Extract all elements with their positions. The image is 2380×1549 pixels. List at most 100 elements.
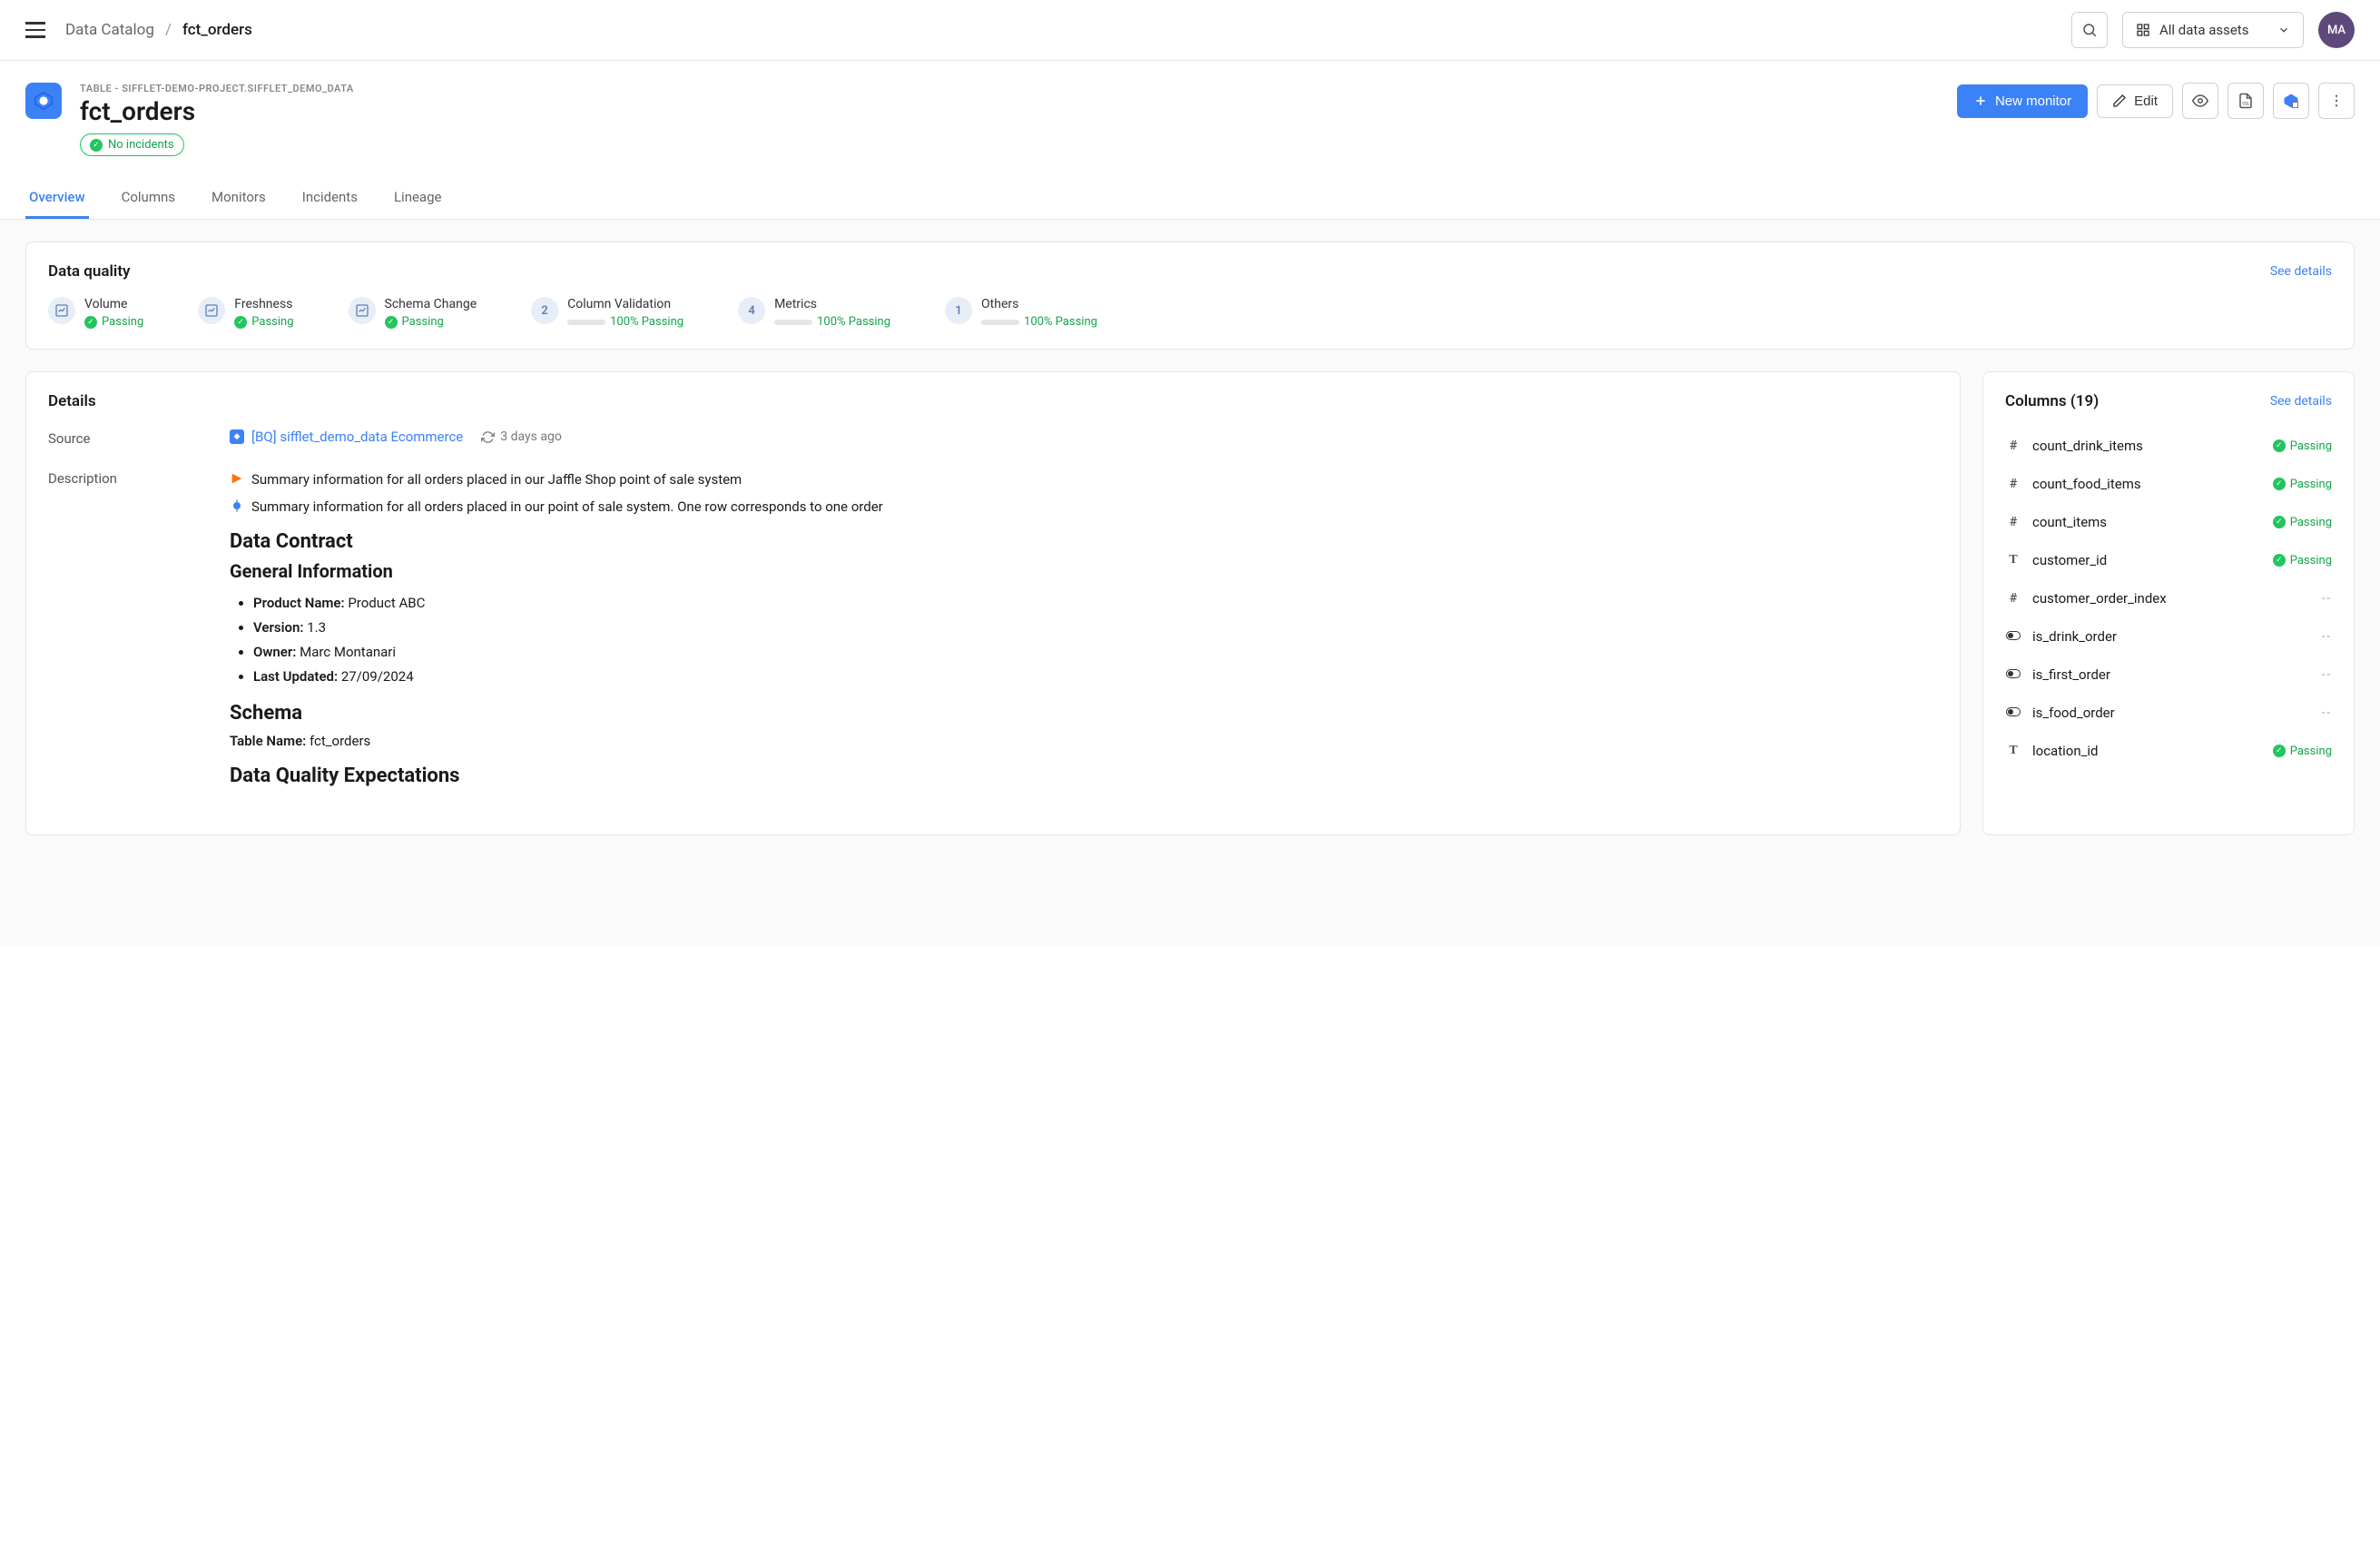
dq-status-label: 100% Passing bbox=[817, 315, 890, 329]
incident-status-badge: ✓ No incidents bbox=[80, 133, 184, 156]
description-label: Description bbox=[48, 469, 211, 793]
visibility-button[interactable] bbox=[2182, 83, 2218, 119]
dq-item[interactable]: 1Others100% Passing bbox=[945, 297, 1097, 329]
bigquery-icon bbox=[34, 91, 54, 111]
dq-item[interactable]: Freshness✓Passing bbox=[198, 297, 293, 329]
edit-label: Edit bbox=[2134, 94, 2158, 109]
column-row[interactable]: is_drink_order -- bbox=[2005, 617, 2332, 656]
refresh-icon bbox=[481, 430, 495, 444]
check-icon: ✓ bbox=[2273, 478, 2286, 490]
sql-button[interactable]: SQL bbox=[2228, 83, 2264, 119]
column-status: -- bbox=[2322, 630, 2332, 644]
check-icon: ✓ bbox=[2273, 516, 2286, 528]
dq-item[interactable]: Schema Change ✓ Passing bbox=[349, 297, 477, 329]
li-owner: Owner: Marc Montanari bbox=[253, 640, 1938, 665]
dq-icon: 2 bbox=[531, 297, 558, 324]
check-icon: ✓ bbox=[84, 316, 97, 329]
new-monitor-label: New monitor bbox=[1995, 94, 2071, 109]
boolean-icon bbox=[2005, 629, 2021, 644]
dq-icon: 1 bbox=[945, 297, 972, 324]
dq-status-label: Passing bbox=[402, 315, 444, 329]
column-status: ✓Passing bbox=[2273, 516, 2332, 529]
number-icon: # bbox=[2005, 515, 2021, 529]
breadcrumb-separator: / bbox=[165, 21, 172, 39]
columns-title: Columns (19) bbox=[2005, 392, 2099, 410]
tab-columns[interactable]: Columns bbox=[118, 178, 179, 219]
user-avatar[interactable]: MA bbox=[2318, 12, 2355, 48]
more-vertical-icon bbox=[2328, 93, 2345, 109]
desc-line-2: Summary information for all orders place… bbox=[251, 496, 883, 518]
dq-icon bbox=[198, 297, 225, 324]
column-row[interactable]: Tcustomer_id✓Passing bbox=[2005, 541, 2332, 579]
source-link[interactable]: [BQ] sifflet_demo_data Ecommerce bbox=[251, 429, 463, 445]
text-icon: T bbox=[2005, 553, 2021, 567]
assets-dropdown-label: All data assets bbox=[2159, 22, 2248, 38]
dq-item[interactable]: Volume✓Passing bbox=[48, 297, 143, 329]
column-status: -- bbox=[2322, 706, 2332, 720]
new-monitor-button[interactable]: New monitor bbox=[1957, 84, 2088, 118]
dq-label: Schema Change bbox=[385, 297, 477, 311]
dq-status-label: Passing bbox=[251, 315, 293, 329]
columns-see-details-link[interactable]: See details bbox=[2270, 394, 2332, 409]
dq-item[interactable]: 2 Column Validation 100% Passing bbox=[531, 297, 684, 329]
breadcrumb-root[interactable]: Data Catalog bbox=[65, 21, 154, 39]
incident-status-label: No incidents bbox=[108, 138, 174, 152]
number-icon: # bbox=[2005, 439, 2021, 453]
column-row[interactable]: #customer_order_index-- bbox=[2005, 579, 2332, 617]
topbar: Data Catalog / fct_orders All data asset… bbox=[0, 0, 2380, 61]
heading-general-info: General Information bbox=[230, 560, 1938, 582]
plus-icon bbox=[1973, 94, 1988, 108]
tab-incidents[interactable]: Incidents bbox=[299, 178, 361, 219]
column-row[interactable]: # count_drink_items ✓Passing bbox=[2005, 427, 2332, 465]
assets-dropdown[interactable]: All data assets bbox=[2122, 12, 2304, 48]
export-button[interactable] bbox=[2273, 83, 2309, 119]
number-icon: # bbox=[2005, 591, 2021, 606]
more-button[interactable] bbox=[2318, 83, 2355, 119]
dq-status-label: 100% Passing bbox=[610, 315, 684, 329]
dq-see-details-link[interactable]: See details bbox=[2270, 264, 2332, 279]
edit-button[interactable]: Edit bbox=[2097, 84, 2173, 118]
check-icon: ✓ bbox=[2273, 745, 2286, 757]
column-name: is_first_order bbox=[2032, 666, 2311, 683]
desc-line-1: Summary information for all orders place… bbox=[251, 469, 742, 490]
column-row[interactable]: #count_items✓Passing bbox=[2005, 503, 2332, 541]
column-row[interactable]: Tlocation_id✓Passing bbox=[2005, 732, 2332, 770]
column-name: count_food_items bbox=[2032, 476, 2262, 492]
search-button[interactable] bbox=[2071, 12, 2108, 48]
column-name: is_drink_order bbox=[2032, 628, 2311, 645]
column-status: ✓Passing bbox=[2273, 439, 2332, 453]
dq-item[interactable]: 4Metrics100% Passing bbox=[738, 297, 890, 329]
dq-icon bbox=[349, 297, 376, 324]
column-status: ✓Passing bbox=[2273, 745, 2332, 758]
tab-lineage[interactable]: Lineage bbox=[390, 178, 446, 219]
check-icon: ✓ bbox=[385, 316, 398, 329]
column-row[interactable]: #count_food_items✓Passing bbox=[2005, 465, 2332, 503]
column-row[interactable]: is_food_order-- bbox=[2005, 694, 2332, 732]
sifflet-icon bbox=[230, 498, 244, 513]
pencil-icon bbox=[2112, 94, 2127, 108]
dq-status-label: 100% Passing bbox=[1024, 315, 1097, 329]
boolean-icon bbox=[2005, 705, 2021, 720]
heading-dq-expectations: Data Quality Expectations bbox=[230, 765, 1938, 787]
li-product-name: Product Name: Product ABC bbox=[253, 591, 1938, 616]
number-icon: # bbox=[2005, 477, 2021, 491]
schema-table-name: Table Name: fct_orders bbox=[230, 730, 1938, 752]
data-quality-title: Data quality bbox=[48, 262, 130, 281]
dbt-icon bbox=[230, 471, 244, 486]
dq-label: Freshness bbox=[234, 297, 293, 311]
column-row[interactable]: is_first_order-- bbox=[2005, 656, 2332, 694]
column-name: count_drink_items bbox=[2032, 438, 2262, 454]
dq-label: Column Validation bbox=[567, 297, 684, 311]
li-last-updated: Last Updated: 27/09/2024 bbox=[253, 665, 1938, 689]
refresh-label: 3 days ago bbox=[500, 429, 562, 444]
breadcrumb-current: fct_orders bbox=[182, 21, 252, 39]
asset-header: TABLE - SIFFLET-DEMO-PROJECT.SIFFLET_DEM… bbox=[0, 61, 2380, 156]
tab-monitors[interactable]: Monitors bbox=[208, 178, 270, 219]
tab-overview[interactable]: Overview bbox=[25, 178, 89, 219]
check-icon: ✓ bbox=[2273, 439, 2286, 452]
dq-label: Metrics bbox=[774, 297, 890, 311]
hamburger-menu-icon[interactable] bbox=[25, 17, 51, 43]
eye-icon bbox=[2192, 93, 2208, 109]
column-name: customer_id bbox=[2032, 552, 2262, 568]
source-label: Source bbox=[48, 429, 211, 447]
